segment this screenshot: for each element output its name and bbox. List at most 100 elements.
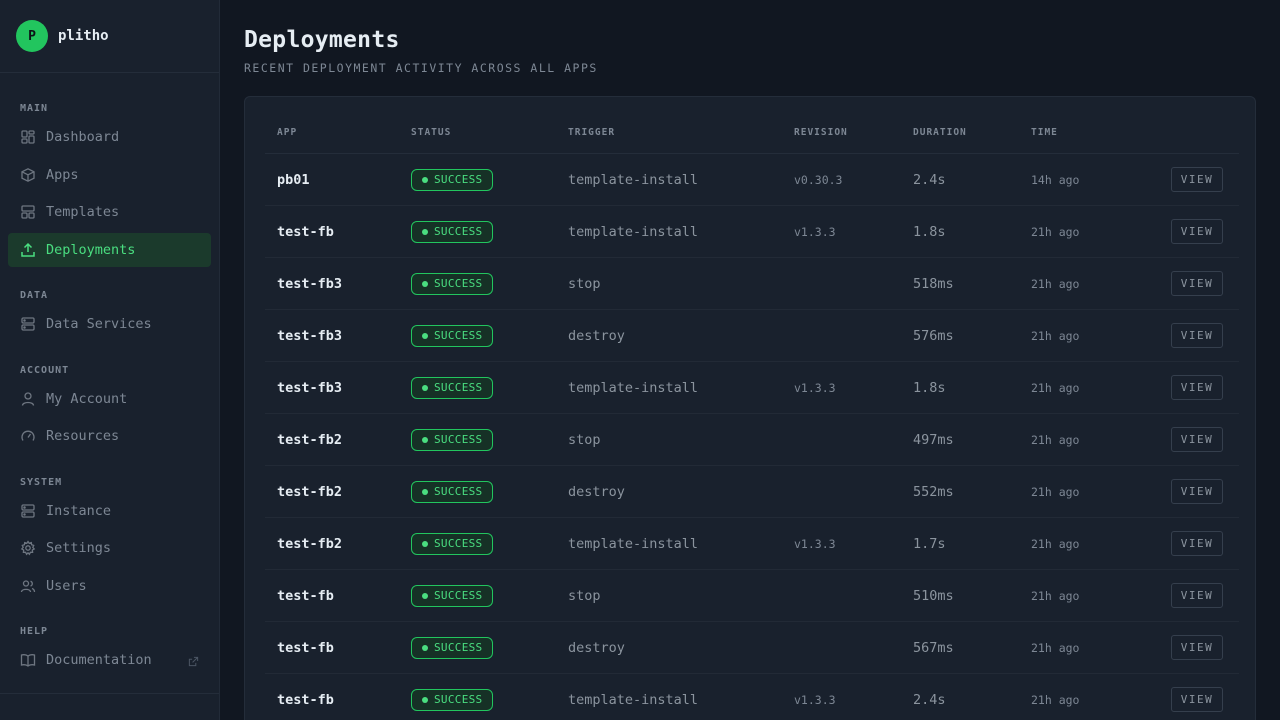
app-name[interactable]: test-fb [277, 674, 334, 720]
revision: v1.3.3 [794, 380, 836, 395]
table-row[interactable]: test-fb3 SUCCESS template-install v1.3.3 1.8… [265, 362, 1239, 414]
status-cell: SUCCESS [411, 154, 494, 205]
status-label: SUCCESS [434, 537, 483, 550]
action-cell: VIEW [1171, 570, 1223, 621]
status-dot-icon [422, 696, 428, 703]
trigger: stop [568, 275, 601, 292]
column-header-trigger[interactable]: TRIGGER [568, 127, 615, 138]
column-header-status[interactable]: STATUS [411, 127, 451, 138]
app-name[interactable]: test-fb2 [277, 414, 342, 465]
status-dot-icon [422, 176, 428, 183]
sidebar-item-dashboard[interactable]: Dashboard [8, 120, 211, 154]
view-button[interactable]: VIEW [1171, 167, 1223, 192]
dashboard-icon [20, 129, 36, 145]
sidebar-item-instance[interactable]: Instance [8, 494, 211, 528]
gauge-icon [20, 428, 36, 444]
table-row[interactable]: test-fb SUCCESS template-install v1.3.3 2.4s… [265, 674, 1239, 720]
status-dot-icon [422, 280, 428, 287]
view-button[interactable]: VIEW [1171, 479, 1223, 504]
duration: 497ms [913, 431, 954, 448]
app-name[interactable]: test-fb2 [277, 518, 342, 569]
app-name[interactable]: test-fb3 [277, 310, 342, 361]
view-button[interactable]: VIEW [1171, 323, 1223, 348]
trigger: destroy [568, 639, 625, 656]
app-name[interactable]: test-fb3 [277, 258, 342, 309]
view-button[interactable]: VIEW [1171, 583, 1223, 608]
main-content: Deployments RECENT DEPLOYMENT ACTIVITY A… [220, 0, 1280, 720]
status-dot-icon [422, 644, 428, 651]
status-badge: SUCCESS [411, 688, 494, 711]
sidebar-divider [0, 693, 219, 694]
table-row[interactable]: test-fb2 SUCCESS template-install v1.3.3 1.7… [265, 518, 1239, 570]
trigger: template-install [568, 223, 699, 240]
status-label: SUCCESS [434, 641, 483, 654]
sidebar-item-documentation[interactable]: Documentation [8, 643, 211, 677]
time: 21h ago [1031, 692, 1080, 707]
sidebar-item-label: Data Services [46, 316, 152, 332]
app-name[interactable]: pb01 [277, 154, 310, 205]
table-row[interactable]: test-fb SUCCESS stop 510ms 21h ago VIEW [265, 570, 1239, 622]
action-cell: VIEW [1171, 622, 1223, 673]
sidebar-item-my-account[interactable]: My Account [8, 382, 211, 416]
table-row[interactable]: pb01 SUCCESS template-install v0.30.3 2.4s 14… [265, 154, 1239, 206]
table-row[interactable]: test-fb2 SUCCESS destroy 552ms 21h ago VIEW [265, 466, 1239, 518]
table-row[interactable]: test-fb3 SUCCESS destroy 576ms 21h ago VIEW [265, 310, 1239, 362]
trigger: template-install [568, 171, 699, 188]
view-button[interactable]: VIEW [1171, 219, 1223, 244]
sidebar-item-apps[interactable]: Apps [8, 158, 211, 192]
status-label: SUCCESS [434, 277, 483, 290]
status-cell: SUCCESS [411, 622, 494, 673]
app-name[interactable]: test-fb [277, 570, 334, 621]
column-header-duration[interactable]: DURATION [913, 127, 967, 138]
sidebar-item-templates[interactable]: Templates [8, 195, 211, 229]
view-button[interactable]: VIEW [1171, 375, 1223, 400]
view-button[interactable]: VIEW [1171, 635, 1223, 660]
column-header-app[interactable]: APP [277, 127, 297, 138]
duration: 518ms [913, 275, 954, 292]
action-cell: VIEW [1171, 258, 1223, 309]
duration: 1.8s [913, 379, 946, 396]
duration: 1.7s [913, 535, 946, 552]
time: 21h ago [1031, 484, 1080, 499]
sidebar-item-label: Templates [46, 204, 120, 220]
table-row[interactable]: test-fb2 SUCCESS stop 497ms 21h ago VIEW [265, 414, 1239, 466]
status-badge: SUCCESS [411, 324, 494, 347]
revision: v1.3.3 [794, 536, 836, 551]
duration: 576ms [913, 327, 954, 344]
trigger: template-install [568, 379, 699, 396]
app-name[interactable]: test-fb [277, 622, 334, 673]
status-dot-icon [422, 384, 428, 391]
duration: 567ms [913, 639, 954, 656]
table-row[interactable]: test-fb SUCCESS template-install v1.3.3 1.8s… [265, 206, 1239, 258]
view-button[interactable]: VIEW [1171, 687, 1223, 712]
view-button[interactable]: VIEW [1171, 531, 1223, 556]
nav-section-account: ACCOUNT [20, 365, 70, 376]
column-header-revision[interactable]: REVISION [794, 127, 848, 138]
status-cell: SUCCESS [411, 258, 494, 309]
brand[interactable]: P plitho [0, 0, 219, 73]
status-label: SUCCESS [434, 173, 483, 186]
view-button[interactable]: VIEW [1171, 271, 1223, 296]
table-row[interactable]: test-fb3 SUCCESS stop 518ms 21h ago VIEW [265, 258, 1239, 310]
table-row[interactable]: test-fb SUCCESS destroy 567ms 21h ago VIEW [265, 622, 1239, 674]
column-header-time[interactable]: TIME [1031, 127, 1058, 138]
sidebar-item-label: Instance [46, 503, 112, 519]
action-cell: VIEW [1171, 154, 1223, 205]
duration: 2.4s [913, 691, 946, 708]
sidebar-item-users[interactable]: Users [8, 569, 211, 603]
app-name[interactable]: test-fb2 [277, 466, 342, 517]
sidebar-item-resources[interactable]: Resources [8, 419, 211, 453]
app-name[interactable]: test-fb3 [277, 362, 342, 413]
time: 21h ago [1031, 328, 1080, 343]
sidebar-item-deployments[interactable]: Deployments [8, 233, 211, 267]
revision: v0.30.3 [794, 172, 843, 187]
action-cell: VIEW [1171, 362, 1223, 413]
status-badge: SUCCESS [411, 428, 494, 451]
sidebar-item-data-services[interactable]: Data Services [8, 307, 211, 341]
view-button[interactable]: VIEW [1171, 427, 1223, 452]
status-label: SUCCESS [434, 433, 483, 446]
sidebar-item-settings[interactable]: Settings [8, 531, 211, 565]
app-name[interactable]: test-fb [277, 206, 334, 257]
duration: 510ms [913, 587, 954, 604]
page-subtitle: RECENT DEPLOYMENT ACTIVITY ACROSS ALL AP… [244, 61, 598, 75]
